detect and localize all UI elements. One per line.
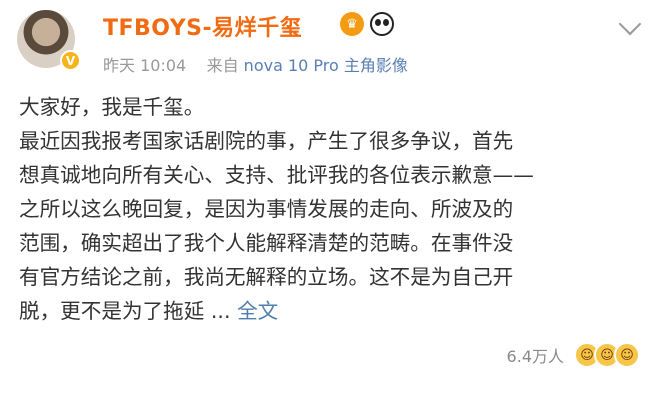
post-paragraph: 想真诚地向所有关心、支持、批评我的各位表示歉意—— <box>19 163 534 187</box>
post-content: 大家好，我是千玺。 最近因我报考国家话剧院的事，产生了很多争议，首先 想真诚地向… <box>19 90 639 328</box>
post-time: 昨天 10:04 <box>103 56 187 75</box>
chevron-down-icon[interactable] <box>618 12 642 36</box>
post-footer: 6.4万人 ☺ ☺ ☺ <box>507 342 640 368</box>
likes-count[interactable]: 6.4万人 <box>507 343 564 367</box>
reaction-icons[interactable]: ☺ ☺ ☺ <box>574 342 640 368</box>
post-paragraph-last: 脱，更不是为了拖延 ... 全文 <box>19 294 639 328</box>
full-text-link[interactable]: 全文 <box>237 299 278 323</box>
laugh-emoji-icon: ☺ <box>614 342 640 368</box>
post-paragraph: 最近因我报考国家话剧院的事，产生了很多争议，首先 <box>19 129 514 153</box>
post-paragraph: 范围，确实超出了我个人能解释清楚的范畴。在事件没 <box>19 231 514 255</box>
verified-icon: V <box>60 50 81 71</box>
source-prefix: 来自 <box>206 56 239 75</box>
weibo-post: V TFBOYS-易烊千玺 ♛ 昨天 10:04 来自 nova 10 Pro … <box>0 0 660 403</box>
username[interactable]: TFBOYS-易烊千玺 <box>103 10 302 42</box>
post-paragraph: 有官方结论之前，我尚无解释的立场。这不是为自己开 <box>19 265 514 289</box>
post-meta: 昨天 10:04 来自 nova 10 Pro 主角影像 <box>103 52 408 76</box>
crown-icon[interactable]: ♛ <box>340 12 364 36</box>
post-paragraph: 大家好，我是千玺。 <box>19 95 205 119</box>
user-badges: ♛ <box>340 12 394 36</box>
post-source[interactable]: nova 10 Pro 主角影像 <box>244 56 408 75</box>
panda-icon[interactable] <box>370 12 394 36</box>
post-last-line: 脱，更不是为了拖延 ... <box>19 299 231 323</box>
post-paragraph: 之所以这么晚回复，是因为事情发展的走向、所波及的 <box>19 197 514 221</box>
